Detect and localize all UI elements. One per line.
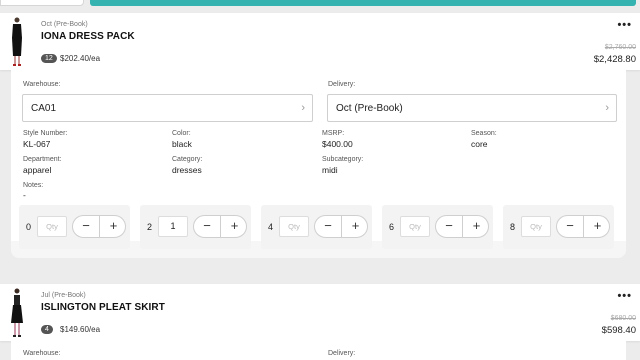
- quantity-badge: 12: [41, 54, 57, 63]
- warehouse-label: Warehouse:: [23, 81, 61, 88]
- season-value: core: [471, 139, 488, 149]
- qty-input[interactable]: Qty: [400, 216, 430, 237]
- list-separator: [0, 258, 640, 284]
- plus-icon[interactable]: +: [463, 216, 490, 237]
- warehouse-label: Warehouse:: [23, 350, 61, 357]
- department-label: Department:: [23, 156, 62, 163]
- warehouse-select[interactable]: CA01 ›: [22, 94, 313, 122]
- msrp-value: $400.00: [322, 139, 353, 149]
- qty-input[interactable]: Qty: [37, 216, 67, 237]
- more-dots-icon[interactable]: •••: [617, 19, 632, 31]
- chevron-right-icon: ›: [605, 102, 609, 114]
- department-value: apparel: [23, 165, 52, 175]
- size-qty-box: 0 Qty − +: [19, 205, 130, 249]
- product-collection: Jul (Pre-Book): [41, 292, 86, 299]
- season-label: Season:: [471, 130, 497, 137]
- size-label: 2: [147, 222, 153, 232]
- unit-price: $202.40/ea: [60, 54, 101, 63]
- product-thumbnail: [12, 17, 22, 66]
- delivery-select[interactable]: Oct (Pre-Book) ›: [327, 94, 617, 122]
- plus-icon[interactable]: +: [584, 216, 611, 237]
- category-label: Category:: [172, 156, 203, 163]
- product-thumbnail: [11, 288, 23, 337]
- warehouse-value: CA01: [31, 103, 57, 114]
- minus-icon[interactable]: −: [73, 216, 100, 237]
- top-bar: [0, 0, 640, 8]
- color-label: Color:: [172, 130, 191, 137]
- size-label: 6: [389, 222, 395, 232]
- color-value: black: [172, 139, 192, 149]
- size-qty-box: 2 1 − +: [140, 205, 251, 249]
- plus-icon[interactable]: +: [100, 216, 127, 237]
- quantity-stepper: − +: [556, 215, 610, 238]
- product-name: ISLINGTON PLEAT SKIRT: [41, 302, 165, 313]
- more-dots-icon[interactable]: •••: [617, 290, 632, 302]
- category-value: dresses: [172, 165, 202, 175]
- quantity-stepper: − +: [193, 215, 247, 238]
- size-label: 4: [268, 222, 274, 232]
- discounted-total: $598.40: [601, 325, 636, 336]
- subcategory-value: midi: [322, 165, 338, 175]
- top-left-control[interactable]: [0, 0, 84, 6]
- quantity-stepper: − +: [435, 215, 489, 238]
- subcategory-label: Subcategory:: [322, 156, 364, 163]
- size-label: 8: [510, 222, 516, 232]
- style-number-value: KL-067: [23, 139, 51, 149]
- delivery-label: Delivery:: [328, 81, 356, 88]
- qty-input[interactable]: 1: [158, 216, 188, 237]
- discounted-total: $2,428.80: [593, 54, 636, 65]
- quantity-stepper: − +: [314, 215, 368, 238]
- minus-icon[interactable]: −: [557, 216, 584, 237]
- original-total: $2,760.00: [604, 44, 636, 51]
- unit-price: $149.60/ea: [60, 325, 101, 334]
- minus-icon[interactable]: −: [194, 216, 221, 237]
- minus-icon[interactable]: −: [436, 216, 463, 237]
- delivery-value: Oct (Pre-Book): [336, 103, 403, 114]
- chevron-right-icon: ›: [301, 102, 305, 114]
- size-qty-box: 6 Qty − +: [382, 205, 493, 249]
- top-accent-bar[interactable]: [90, 0, 636, 6]
- quantity-stepper: − +: [72, 215, 126, 238]
- quantity-badge: 4: [41, 325, 53, 334]
- qty-input[interactable]: Qty: [279, 216, 309, 237]
- delivery-label: Delivery:: [328, 350, 356, 357]
- product-details-panel: [11, 341, 626, 360]
- qty-input[interactable]: Qty: [521, 216, 551, 237]
- size-qty-box: 8 Qty − +: [503, 205, 614, 249]
- style-number-label: Style Number:: [23, 130, 68, 137]
- plus-icon[interactable]: +: [221, 216, 248, 237]
- product-name: IONA DRESS PACK: [41, 31, 135, 42]
- product-card[interactable]: Jul (Pre-Book) ISLINGTON PLEAT SKIRT 4 $…: [0, 284, 640, 341]
- size-qty-box: 4 Qty − +: [261, 205, 372, 249]
- plus-icon[interactable]: +: [342, 216, 369, 237]
- size-label: 0: [26, 222, 32, 232]
- product-collection: Oct (Pre-Book): [41, 21, 88, 28]
- notes-value: -: [23, 190, 26, 200]
- msrp-label: MSRP:: [322, 130, 345, 137]
- product-card[interactable]: Oct (Pre-Book) IONA DRESS PACK 12 $202.4…: [0, 13, 640, 70]
- original-total: $680.00: [610, 315, 636, 322]
- minus-icon[interactable]: −: [315, 216, 342, 237]
- notes-label: Notes:: [23, 182, 44, 189]
